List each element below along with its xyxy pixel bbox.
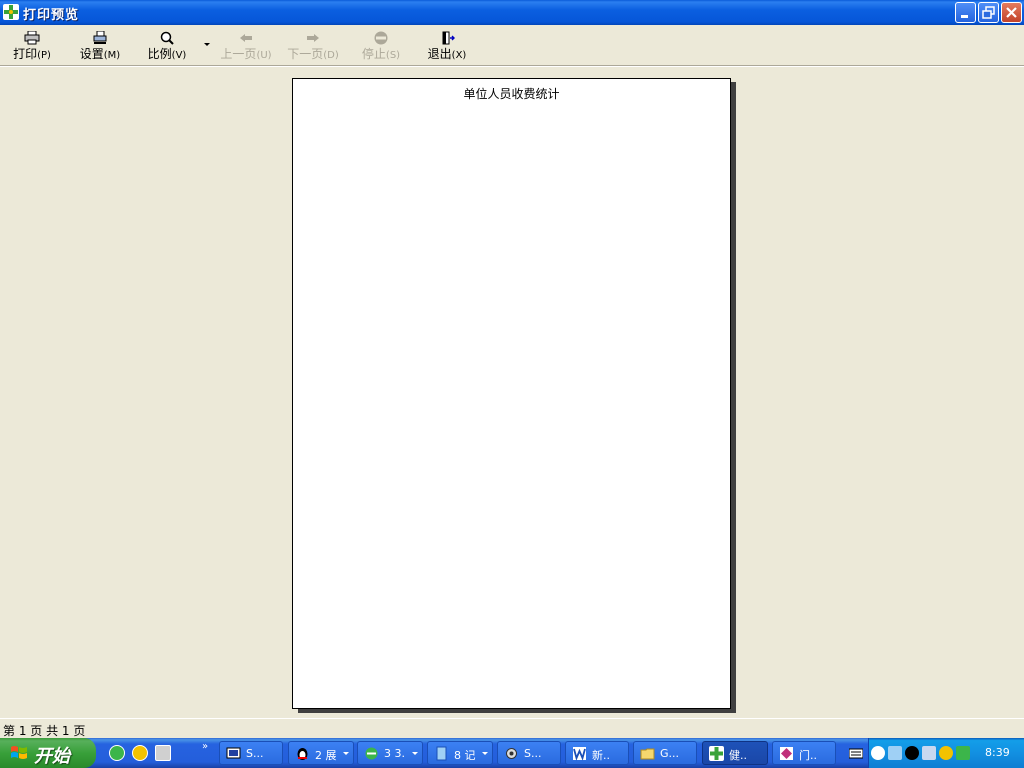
monitor-icon[interactable] — [922, 746, 936, 760]
preview-area[interactable]: 单位人员收费统计 — [0, 67, 1024, 718]
windows-flag-icon — [11, 746, 27, 759]
quicklaunch-browser-icon[interactable] — [109, 745, 125, 761]
zoom-label: 比例 — [147, 47, 172, 61]
exit-door-icon — [442, 31, 455, 45]
setup-mnemonic: (M) — [103, 50, 121, 61]
notepad-icon — [436, 746, 447, 761]
taskbar: 开始 » S... 2 展 3 3. 8 记 S... 新.. G... 健.. — [0, 738, 1024, 768]
task-button-3[interactable]: 3 3. — [357, 741, 423, 765]
folder-icon — [640, 748, 655, 760]
group-dropdown-arrow — [343, 752, 349, 755]
status-bar: 第 1 页 共 1 页 — [0, 718, 1024, 739]
clock[interactable]: 8:39 — [985, 746, 1010, 759]
prev-page-label: 上一页 — [220, 47, 257, 61]
ie-browser-icon — [365, 747, 378, 760]
start-label: 开始 — [34, 746, 70, 767]
task-label: 门.. — [799, 749, 817, 762]
minimize-button[interactable] — [955, 2, 976, 23]
setup-label: 设置 — [79, 47, 104, 61]
quicklaunch-chevron-icon[interactable]: » — [202, 741, 208, 752]
start-button[interactable]: 开始 — [0, 738, 96, 768]
stop-label: 停止 — [361, 47, 386, 61]
next-page-mnemonic: (D) — [323, 50, 339, 61]
terminal-icon — [226, 747, 241, 759]
app-cross-icon — [3, 4, 19, 20]
gear-icon — [506, 748, 517, 759]
task-label: S... — [524, 747, 542, 760]
task-label: 健.. — [729, 749, 747, 762]
qq-penguin-icon — [297, 748, 308, 760]
task-button-4[interactable]: 8 记 — [427, 741, 493, 765]
print-button[interactable]: 打印(P) — [8, 29, 56, 63]
title-bar[interactable]: 打印预览 — [0, 0, 1024, 25]
stop-icon — [374, 31, 388, 45]
security-plus-icon[interactable] — [939, 746, 953, 760]
page-count-status: 第 1 页 共 1 页 — [3, 724, 86, 738]
task-label: S... — [246, 747, 264, 760]
minimize-icon — [961, 15, 968, 18]
task-button-5[interactable]: S... — [497, 741, 561, 765]
page-setup-button[interactable]: 设置(M) — [76, 29, 124, 63]
print-mnemonic: (P) — [37, 50, 51, 61]
restore-button[interactable] — [978, 2, 999, 23]
next-page-label: 下一页 — [287, 47, 324, 61]
next-page-button[interactable]: 下一页(D) — [285, 29, 341, 63]
keyboard-icon[interactable] — [849, 747, 863, 759]
printer-icon — [24, 31, 40, 45]
task-label: 3 3. — [384, 747, 405, 760]
system-tray: 8:39 — [868, 738, 1024, 768]
close-button[interactable] — [1001, 2, 1022, 23]
tray-expand-chevron-icon[interactable] — [871, 746, 885, 760]
prev-page-button[interactable]: 上一页(U) — [218, 29, 274, 63]
network-icon[interactable] — [888, 746, 902, 760]
quicklaunch-paint-icon[interactable] — [155, 745, 171, 761]
close-icon — [1006, 7, 1017, 18]
exit-button[interactable]: 退出(X) — [423, 29, 471, 63]
task-label: G... — [660, 747, 680, 760]
exit-mnemonic: (X) — [451, 50, 467, 61]
stop-mnemonic: (S) — [385, 50, 401, 61]
task-button-6[interactable]: 新.. — [565, 741, 629, 765]
quicklaunch-plus-icon[interactable] — [132, 745, 148, 761]
zoom-icon — [160, 31, 174, 45]
restore-icon — [982, 6, 995, 19]
task-label: 8 记 — [454, 749, 476, 762]
print-label: 打印 — [13, 47, 38, 61]
task-button-7[interactable]: G... — [633, 741, 697, 765]
page-setup-icon — [93, 31, 107, 44]
preview-page[interactable]: 单位人员收费统计 — [292, 78, 731, 709]
toolbar: 打印(P) 设置(M) 比例(V) 上一页(U) 下一页(D) 停止(S) 退出… — [0, 25, 1024, 65]
task-label: 2 展 — [315, 749, 337, 762]
group-dropdown-arrow — [412, 752, 418, 755]
qq-tray-icon[interactable] — [905, 746, 919, 760]
shield-icon[interactable] — [956, 746, 970, 760]
group-dropdown-arrow — [482, 752, 488, 755]
exit-label: 退出 — [427, 47, 452, 61]
zoom-dropdown-arrow[interactable] — [204, 43, 210, 46]
zoom-button[interactable]: 比例(V) — [143, 29, 191, 63]
window-title: 打印预览 — [23, 8, 80, 23]
task-button-2[interactable]: 2 展 — [288, 741, 354, 765]
arrow-left-icon — [240, 34, 252, 42]
zoom-mnemonic: (V) — [171, 50, 187, 61]
prev-page-mnemonic: (U) — [256, 50, 272, 61]
app-cross-icon — [709, 746, 724, 761]
task-button-9[interactable]: 门.. — [772, 741, 836, 765]
task-label: 新.. — [592, 749, 610, 762]
task-button-8-active[interactable]: 健.. — [702, 741, 768, 765]
word-icon — [573, 747, 586, 761]
arrow-right-icon — [307, 34, 319, 42]
task-button-1[interactable]: S... — [219, 741, 283, 765]
app-diamond-icon — [780, 747, 793, 760]
report-title: 单位人员收费统计 — [463, 87, 560, 101]
stop-button[interactable]: 停止(S) — [358, 29, 404, 63]
